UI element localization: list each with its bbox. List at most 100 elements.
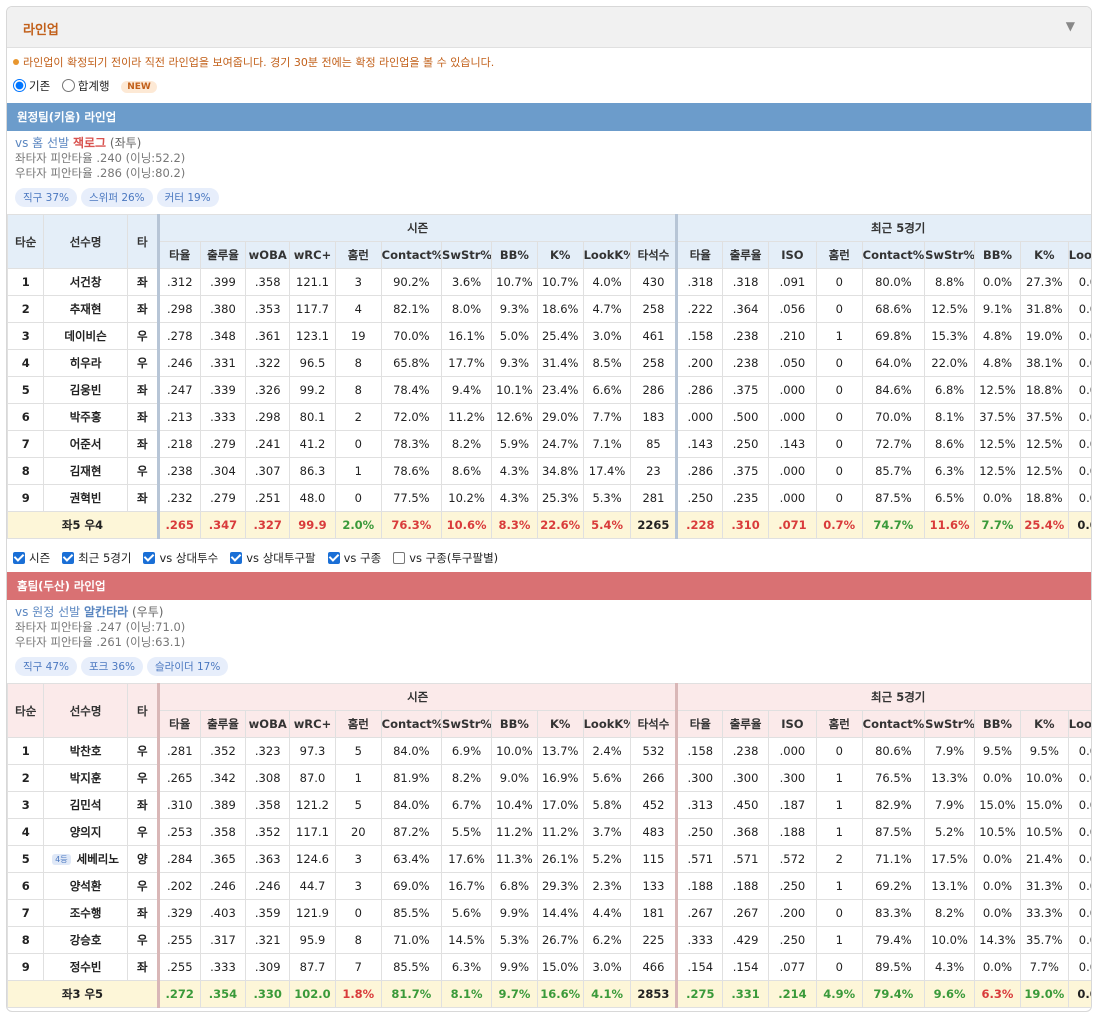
- player-name[interactable]: 박주홍: [43, 403, 128, 431]
- view-basic-radio[interactable]: 기존: [13, 79, 50, 93]
- player-name[interactable]: 박지훈: [43, 764, 128, 792]
- stat-cell: 10.5%: [1019, 818, 1069, 846]
- player-name[interactable]: 4등 세베리노: [43, 845, 128, 873]
- col-season-stat[interactable]: LookK%: [582, 710, 632, 738]
- col-season-stat[interactable]: 타석수: [630, 710, 678, 738]
- checkbox-icon[interactable]: [143, 552, 156, 564]
- col-season-stat[interactable]: 출루율: [199, 710, 247, 738]
- col-recent-stat[interactable]: 홈런: [815, 241, 863, 269]
- col-season-stat[interactable]: 타석수: [630, 241, 678, 269]
- player-name[interactable]: 히우라: [43, 349, 128, 377]
- player-name[interactable]: 정수빈: [43, 953, 128, 981]
- stat-cell: 77.5%: [380, 484, 443, 512]
- col-season-stat[interactable]: wRC+: [289, 710, 336, 738]
- player-name[interactable]: 김웅빈: [43, 376, 128, 404]
- view-merged-radio[interactable]: 합계행: [61, 79, 110, 93]
- col-recent-stat[interactable]: LookK%: [1067, 710, 1091, 738]
- col-season-stat[interactable]: K%: [536, 241, 584, 269]
- col-hand[interactable]: 타: [126, 683, 159, 738]
- total-cell: 5.4%: [582, 511, 632, 539]
- stat-cell: 29.0%: [536, 403, 584, 431]
- filter-checkbox[interactable]: 최근 5경기: [62, 551, 131, 565]
- col-season-stat[interactable]: 출루율: [199, 241, 247, 269]
- filter-checkbox[interactable]: vs 상대투구팔: [230, 551, 316, 565]
- stat-cell: 11.3%: [491, 845, 538, 873]
- collapse-toggle-icon[interactable]: ▼: [1066, 19, 1075, 33]
- checkbox-icon[interactable]: [393, 552, 406, 564]
- col-hand[interactable]: 타: [126, 214, 159, 269]
- col-recent-stat[interactable]: SwStr%: [924, 710, 976, 738]
- col-recent-stat[interactable]: 타율: [675, 241, 724, 269]
- checkbox-icon[interactable]: [230, 552, 243, 564]
- stat-cell: .286: [675, 376, 724, 404]
- col-season-stat[interactable]: BB%: [491, 241, 538, 269]
- col-recent-stat[interactable]: ISO: [767, 710, 817, 738]
- col-name[interactable]: 선수명: [43, 214, 128, 269]
- player-name[interactable]: 어준서: [43, 430, 128, 458]
- col-season-stat[interactable]: wOBA: [245, 241, 291, 269]
- col-recent-stat[interactable]: BB%: [974, 241, 1021, 269]
- col-season-stat[interactable]: LookK%: [582, 241, 632, 269]
- player-name[interactable]: 추재현: [43, 295, 128, 323]
- home-pitcher-name[interactable]: 알칸타라: [84, 605, 128, 619]
- col-recent-stat[interactable]: 출루율: [722, 241, 769, 269]
- col-season-stat[interactable]: K%: [536, 710, 584, 738]
- col-season-stat[interactable]: 홈런: [334, 241, 382, 269]
- stat-cell: 0.0%: [974, 899, 1021, 927]
- player-name[interactable]: 권혁빈: [43, 484, 128, 512]
- player-name[interactable]: 박찬호: [43, 737, 128, 765]
- checkbox-icon[interactable]: [62, 552, 75, 564]
- player-name[interactable]: 김민석: [43, 791, 128, 819]
- player-name[interactable]: 서건창: [43, 268, 128, 296]
- player-name-text: 김재현: [69, 464, 102, 478]
- player-name[interactable]: 데이비슨: [43, 322, 128, 350]
- col-season-stat[interactable]: Contact%: [380, 241, 443, 269]
- stat-cell: 266: [630, 764, 678, 792]
- col-recent-stat[interactable]: LookK%: [1067, 241, 1091, 269]
- player-name[interactable]: 양석환: [43, 872, 128, 900]
- player-name[interactable]: 강승호: [43, 926, 128, 954]
- col-recent-stat[interactable]: ISO: [767, 241, 817, 269]
- col-season-stat[interactable]: 타율: [156, 710, 201, 738]
- stat-cell: .300: [722, 764, 769, 792]
- stat-cell: 3.0%: [582, 322, 632, 350]
- col-season-stat[interactable]: wOBA: [245, 710, 291, 738]
- filter-checkbox[interactable]: vs 구종: [327, 551, 381, 565]
- col-name[interactable]: 선수명: [43, 683, 128, 738]
- col-recent-stat[interactable]: Contact%: [861, 241, 926, 269]
- col-recent-stat[interactable]: SwStr%: [924, 241, 976, 269]
- col-season-stat[interactable]: wRC+: [289, 241, 336, 269]
- col-season-stat[interactable]: Contact%: [380, 710, 443, 738]
- lineup-header[interactable]: 라인업 ▼: [7, 7, 1091, 48]
- col-recent-stat[interactable]: Contact%: [861, 710, 926, 738]
- col-order[interactable]: 타순: [7, 214, 45, 269]
- player-name[interactable]: 양의지: [43, 818, 128, 846]
- player-name[interactable]: 김재현: [43, 457, 128, 485]
- away-pitcher-hand: (좌투): [109, 136, 142, 150]
- stat-cell: 69.2%: [861, 872, 926, 900]
- col-recent-stat[interactable]: K%: [1019, 710, 1069, 738]
- filter-checkbox[interactable]: 시즌: [13, 551, 50, 565]
- col-recent-stat[interactable]: K%: [1019, 241, 1069, 269]
- away-pitcher-name[interactable]: 잭로그: [73, 136, 106, 150]
- col-order[interactable]: 타순: [7, 683, 45, 738]
- col-season-stat[interactable]: BB%: [491, 710, 538, 738]
- player-name[interactable]: 조수행: [43, 899, 128, 927]
- col-recent-stat[interactable]: BB%: [974, 710, 1021, 738]
- stat-cell: 87.5%: [861, 484, 926, 512]
- col-recent-stat[interactable]: 타율: [675, 710, 724, 738]
- checkbox-icon[interactable]: [13, 552, 25, 564]
- col-season-stat[interactable]: SwStr%: [441, 710, 493, 738]
- checkbox-icon[interactable]: [327, 552, 340, 564]
- filter-checkbox[interactable]: vs 상대투수: [143, 551, 218, 565]
- stat-cell: .265: [156, 764, 201, 792]
- col-recent-stat[interactable]: 출루율: [722, 710, 769, 738]
- stat-cell: 1: [334, 764, 382, 792]
- stat-cell: 12.5%: [974, 457, 1021, 485]
- col-season-stat[interactable]: 타율: [156, 241, 201, 269]
- filter-checkbox[interactable]: vs 구종(투구팔별): [393, 551, 498, 565]
- col-recent-stat[interactable]: 홈런: [815, 710, 863, 738]
- stat-cell: 0.0%: [974, 268, 1021, 296]
- col-season-stat[interactable]: 홈런: [334, 710, 382, 738]
- col-season-stat[interactable]: SwStr%: [441, 241, 493, 269]
